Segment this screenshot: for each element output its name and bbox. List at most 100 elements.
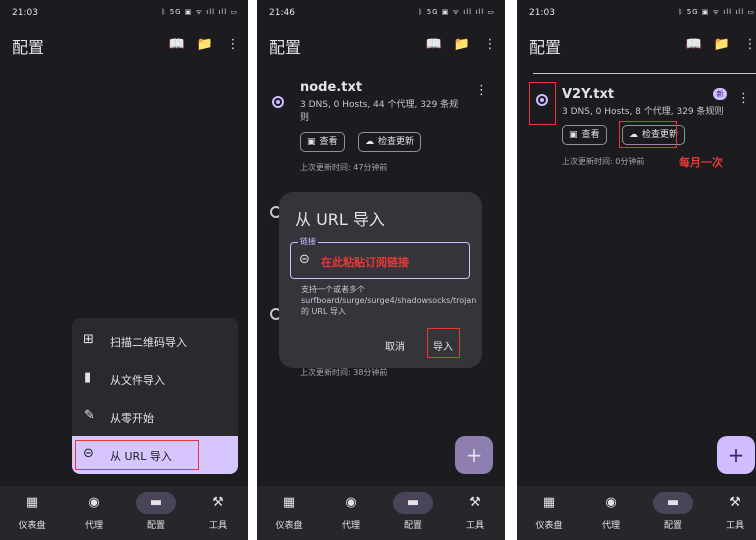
nav-config[interactable]: ▬ 配置 [648, 492, 698, 531]
nav-tools[interactable]: ⚒ 工具 [710, 492, 756, 531]
book-icon[interactable]: 📖 [425, 36, 443, 54]
dashboard-icon: ▦ [282, 495, 296, 510]
annotation-text: 每月一次 [679, 156, 723, 169]
view-button[interactable]: ▣ 查看 [562, 125, 607, 145]
profile-stats: 3 DNS, 0 Hosts, 44 个代理, 329 条规则 [300, 100, 459, 123]
highlight-box [619, 121, 677, 148]
dashboard-icon: ▦ [542, 495, 556, 510]
add-fab[interactable]: + [717, 436, 755, 474]
more-vert-icon[interactable]: ⋮ [741, 36, 756, 54]
book-icon[interactable]: 📖 [685, 36, 703, 54]
view-button[interactable]: ▣ 查看 [300, 132, 345, 152]
status-bar: 21:03 ᛒ 5G ▣ ᯤ ıll ıll ▭ [529, 8, 755, 22]
status-bar: 21:46 ᛒ 5G ▣ ᯤ ıll ıll ▭ [269, 8, 495, 22]
tools-icon: ⚒ [729, 495, 741, 510]
nav-proxy[interactable]: ◉ 代理 [326, 492, 376, 531]
view-icon: ▣ [307, 137, 316, 147]
nav-dashboard[interactable]: ▦ 仪表盘 [7, 492, 57, 531]
status-bar: 21:03 ᛒ 5G ▣ ᯤ ıll ıll ▭ [12, 8, 238, 22]
view-label: 查看 [581, 130, 600, 140]
menu-item-label: 扫描二维码导入 [110, 336, 187, 349]
more-vert-icon[interactable]: ⋮ [224, 36, 242, 54]
check-update-button[interactable]: ☁ 检查更新 [358, 132, 422, 152]
app-bar: 配置 📖 📁 ⋮ [517, 32, 756, 60]
nav-label: 工具 [465, 521, 484, 531]
highlight-box [75, 440, 199, 470]
status-time: 21:03 [12, 8, 38, 18]
cloud-upload-icon: ☁ [365, 137, 374, 147]
last-updated: 上次更新时间: 0分钟前 [562, 157, 645, 166]
view-label: 查看 [319, 137, 338, 147]
folder-import-icon[interactable]: 📁 [453, 36, 471, 54]
menu-item-from-scratch[interactable]: ✎ 从零开始 [72, 400, 238, 434]
folder-import-icon[interactable]: 📁 [713, 36, 731, 54]
nav-label: 配置 [146, 521, 165, 531]
divider [533, 73, 756, 74]
nav-label: 配置 [663, 521, 682, 531]
folder-icon: ▬ [136, 492, 176, 514]
nav-proxy[interactable]: ◉ 代理 [69, 492, 119, 531]
last-updated: 上次更新时间: 47分钟前 [300, 163, 388, 172]
profile-name: V2Y.txt [562, 87, 615, 102]
highlight-box [427, 328, 460, 358]
proxy-icon: ◉ [605, 495, 617, 510]
menu-item-label: 从零开始 [110, 412, 154, 425]
status-icons: ᛒ 5G ▣ ᯤ ıll ıll ▭ [161, 8, 238, 16]
proxy-icon: ◉ [345, 495, 357, 510]
nav-label: 工具 [725, 521, 744, 531]
status-icons: ᛒ 5G ▣ ᯤ ıll ıll ▭ [678, 8, 755, 16]
nav-tools[interactable]: ⚒ 工具 [450, 492, 500, 531]
view-icon: ▣ [569, 130, 578, 140]
app-bar: 配置 📖 📁 ⋮ [0, 32, 248, 60]
check-label: 检查更新 [378, 137, 415, 147]
folder-import-icon[interactable]: 📁 [196, 36, 214, 54]
nav-label: 代理 [601, 521, 620, 531]
pencil-icon: ✎ [84, 408, 95, 423]
more-vert-icon[interactable]: ⋮ [475, 84, 488, 97]
add-fab[interactable]: + [455, 436, 493, 474]
nav-dashboard[interactable]: ▦ 仪表盘 [264, 492, 314, 531]
more-vert-icon[interactable]: ⋮ [737, 92, 750, 105]
status-time: 21:03 [529, 8, 555, 18]
more-vert-icon[interactable]: ⋮ [481, 36, 499, 54]
menu-item-from-file[interactable]: ▮ 从文件导入 [72, 362, 238, 396]
screen-import-menu: 21:03 ᛒ 5G ▣ ᯤ ıll ıll ▭ 配置 📖 📁 ⋮ ⊞ 扫描二维… [0, 0, 248, 540]
page-title: 配置 [529, 38, 562, 57]
nav-label: 配置 [403, 521, 422, 531]
url-input[interactable]: 链接 ⊝ 在此粘贴订阅链接 [290, 236, 470, 279]
screen-imported-profile: 21:03 ᛒ 5G ▣ ᯤ ıll ıll ▭ 配置 📖 📁 ⋮ V2Y.tx… [517, 0, 756, 540]
field-label: 链接 [298, 236, 318, 247]
nav-dashboard[interactable]: ▦ 仪表盘 [524, 492, 574, 531]
nav-tools[interactable]: ⚒ 工具 [193, 492, 243, 531]
bottom-nav: ▦ 仪表盘 ◉ 代理 ▬ 配置 ⚒ 工具 [257, 486, 505, 540]
file-icon: ▮ [84, 370, 92, 385]
dialog-title: 从 URL 导入 [295, 210, 385, 229]
nav-label: 工具 [208, 521, 227, 531]
screen-url-dialog: 21:46 ᛒ 5G ▣ ᯤ ıll ıll ▭ 配置 📖 📁 ⋮ node.t… [257, 0, 505, 540]
nav-label: 仪表盘 [535, 521, 563, 531]
nav-config[interactable]: ▬ 配置 [131, 492, 181, 531]
nav-label: 仪表盘 [275, 521, 303, 531]
nav-proxy[interactable]: ◉ 代理 [586, 492, 636, 531]
nav-label: 仪表盘 [18, 521, 46, 531]
page-title: 配置 [269, 38, 302, 57]
app-bar: 配置 📖 📁 ⋮ [257, 32, 505, 60]
tools-icon: ⚒ [469, 495, 481, 510]
nav-config[interactable]: ▬ 配置 [388, 492, 438, 531]
folder-icon: ▬ [653, 492, 693, 514]
menu-item-label: 从文件导入 [110, 374, 165, 387]
cancel-button[interactable]: 取消 [385, 338, 405, 353]
book-icon[interactable]: 📖 [168, 36, 186, 54]
status-icons: ᛒ 5G ▣ ᯤ ıll ıll ▭ [418, 8, 495, 16]
last-updated: 上次更新时间: 38分钟前 [300, 368, 388, 377]
nav-label: 代理 [84, 521, 103, 531]
tools-icon: ⚒ [212, 495, 224, 510]
url-input-hint: 在此粘贴订阅链接 [321, 256, 409, 269]
bottom-nav: ▦ 仪表盘 ◉ 代理 ▬ 配置 ⚒ 工具 [517, 486, 756, 540]
dashboard-icon: ▦ [25, 495, 39, 510]
profile-name: node.txt [300, 80, 363, 95]
profile-radio[interactable] [272, 96, 284, 108]
nav-label: 代理 [341, 521, 360, 531]
bottom-nav: ▦ 仪表盘 ◉ 代理 ▬ 配置 ⚒ 工具 [0, 486, 248, 540]
menu-item-scan-qr[interactable]: ⊞ 扫描二维码导入 [72, 324, 238, 358]
